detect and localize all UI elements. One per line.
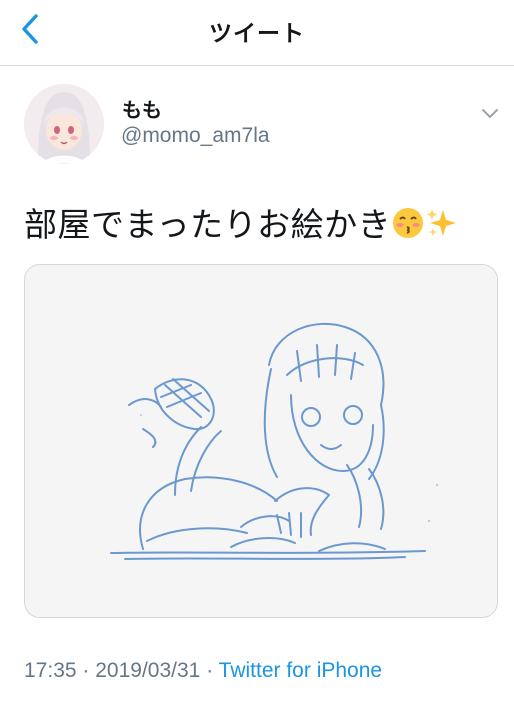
kissing-face-icon: [391, 206, 425, 248]
avatar-illustration: [24, 84, 104, 164]
top-bar: ツイート: [0, 0, 514, 66]
tweet-media[interactable]: [24, 264, 498, 618]
tweet-date: 2019/03/31: [95, 659, 201, 682]
tweet-meta: 17:35 · 2019/03/31 · Twitter for iPhone: [24, 659, 382, 683]
author-name[interactable]: もも: [122, 94, 162, 123]
tweet-text: 部屋でまったりお絵かき: [24, 198, 459, 248]
sparkles-icon: [425, 206, 459, 248]
tweet-body: 部屋でまったりお絵かき: [24, 205, 392, 244]
meta-separator: ·: [82, 659, 90, 682]
sketch-illustration: [25, 265, 497, 617]
chevron-down-icon[interactable]: [478, 104, 502, 124]
author-handle[interactable]: @momo_am7la: [121, 124, 270, 148]
meta-separator: ·: [206, 659, 214, 682]
tweet-time: 17:35: [24, 659, 77, 682]
source-link[interactable]: Twitter for iPhone: [219, 659, 382, 682]
page-title: ツイート: [209, 21, 305, 47]
avatar[interactable]: [24, 84, 104, 164]
